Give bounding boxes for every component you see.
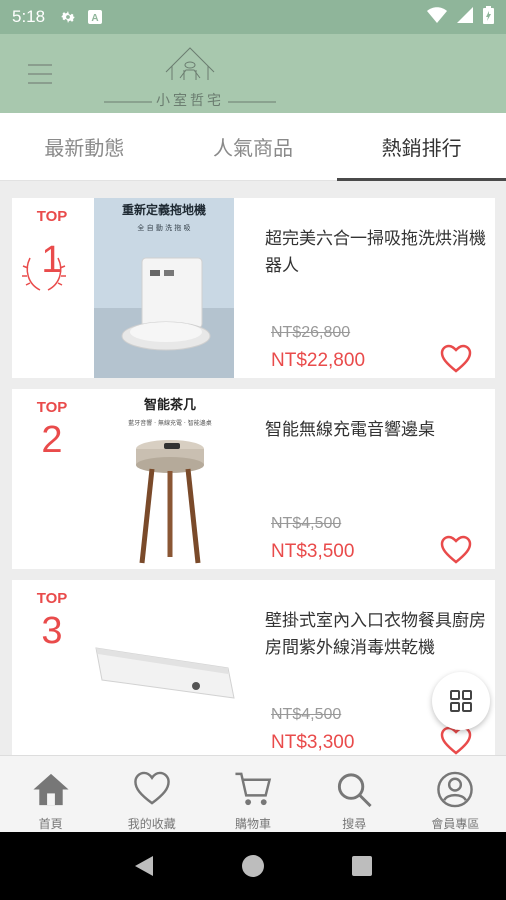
uv-sterilizer-product-image [88,620,248,720]
signal-icon [457,7,473,27]
home-circle-icon [241,855,264,877]
nav-label: 首頁 [38,817,63,831]
recents-square-icon [351,856,372,876]
back-button[interactable] [129,851,159,881]
nav-label: 搜尋 [342,817,367,831]
image-caption: 重新定義拖地機 [122,202,206,217]
brand-logo: 小室哲宅 [100,40,280,110]
original-price: NT$4,500 [271,706,342,723]
rank-number: 1 [41,239,63,281]
nav-label: 購物車 [235,817,272,831]
product-name[interactable]: 壁掛式室內入口衣物餐具廚房房間紫外線消毒烘乾機 [265,608,491,662]
rank-badge: TOP [12,208,92,225]
nav-cart[interactable]: 購物車 [202,756,303,832]
grid-icon [450,690,472,712]
nav-favorites[interactable]: 我的收藏 [101,756,202,832]
logo-text: 小室哲宅 [156,93,224,109]
favorite-heart-icon[interactable] [440,535,472,565]
settings-gear-icon [59,8,77,26]
tab-popular-products[interactable]: 人氣商品 [169,113,338,180]
rank-number: 2 [41,419,63,461]
product-card[interactable]: TOP 3 壁掛式室內入口衣物餐具廚房房間紫外線消毒烘乾機 NT$4,500 N… [12,580,495,755]
hamburger-menu-icon[interactable] [28,64,52,84]
product-list: TOP 1 重新定義拖地機 全 自 動 洗 拖 吸 超完美六合一掃吸拖洗烘消機器… [0,181,506,755]
home-icon [33,773,69,806]
back-triangle-icon [135,856,154,876]
battery-icon [483,6,494,28]
grid-menu-button[interactable] [432,672,490,730]
nav-member[interactable]: 會員專區 [405,756,506,832]
rank-top-label: TOP [36,399,68,416]
nav-label: 會員專區 [431,817,480,831]
search-icon [338,773,372,808]
heart-icon [134,771,170,805]
favorite-heart-icon[interactable] [440,344,472,374]
nav-home[interactable]: 首頁 [0,756,101,832]
sale-price: NT$22,800 [271,350,366,371]
image-caption: 智能茶几 [144,397,196,413]
product-card[interactable]: TOP 2 智能茶几 藍牙音響 · 無線充電 · 智能邊桌 智能無線充電音響邊桌… [12,389,495,569]
tab-latest-news[interactable]: 最新動態 [0,113,169,180]
app-header: 小室哲宅 [0,34,506,113]
rank-badge: TOP 3 [12,590,92,653]
status-bar: 5:18 A [0,0,506,34]
bottom-navigation: 首頁 我的收藏 購物車 搜尋 會員專區 [0,755,506,832]
wifi-icon [427,7,447,27]
rank-number: 3 [41,610,63,652]
image-subcaption: 藍牙音響 · 無線充電 · 智能邊桌 [128,419,211,427]
image-subcaption: 全 自 動 洗 拖 吸 [137,223,190,232]
tab-best-sellers[interactable]: 熱銷排行 [337,113,506,181]
rank-badge: TOP 2 [12,399,92,462]
sale-price: NT$3,500 [271,541,355,562]
nav-label: 我的收藏 [127,817,176,831]
sale-price: NT$3,300 [271,732,355,753]
product-name[interactable]: 超完美六合一掃吸拖洗烘消機器人 [265,226,491,280]
nav-search[interactable]: 搜尋 [304,756,405,832]
status-time: 5:18 [12,7,46,26]
cart-icon [235,772,272,806]
recents-button[interactable] [347,851,377,881]
smart-side-table-product-image: 智能茶几 藍牙音響 · 無線充電 · 智能邊桌 [100,393,260,569]
rank-top-label: TOP [36,208,68,225]
original-price: NT$26,800 [271,324,351,341]
rank-top-label: TOP [36,590,68,607]
svg-text:A: A [91,13,98,24]
robot-vacuum-product-image: 重新定義拖地機 全 自 動 洗 拖 吸 [94,198,234,378]
user-icon [437,771,474,808]
system-navigation-bar [0,832,506,900]
product-name[interactable]: 智能無線充電音響邊桌 [265,417,491,444]
original-price: NT$4,500 [271,515,342,532]
category-tabs: 最新動態 人氣商品 熱銷排行 [0,113,506,181]
a-badge-icon: A [87,9,103,25]
favorite-heart-icon[interactable] [440,726,472,755]
home-system-button[interactable] [238,851,268,881]
product-card[interactable]: TOP 1 重新定義拖地機 全 自 動 洗 拖 吸 超完美六合一掃吸拖洗烘消機器… [12,198,495,378]
